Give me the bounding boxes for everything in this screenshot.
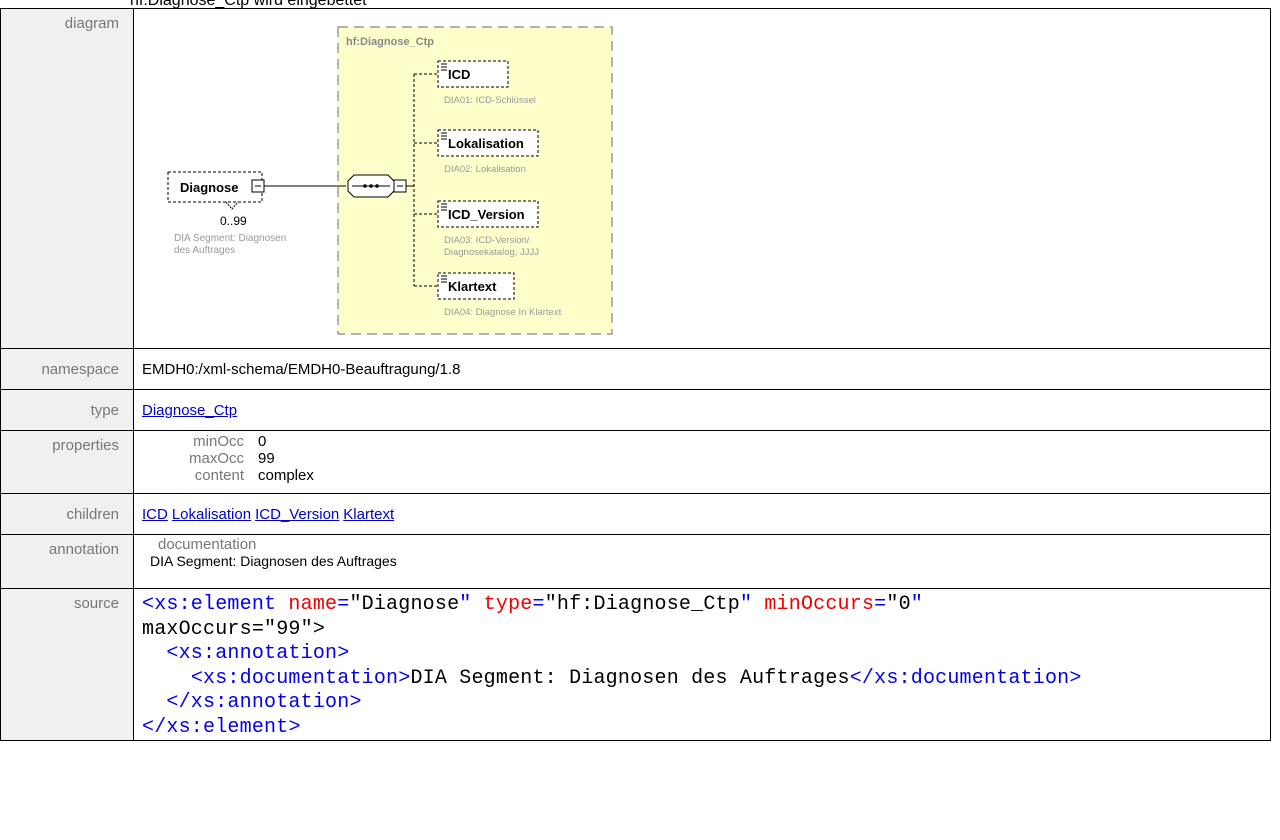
properties-grid: minOcc 0 maxOcc 99 content complex <box>158 431 1262 484</box>
child-doc: DIA03: ICD-Version/ <box>444 235 530 246</box>
child-link-icd-version[interactable]: ICD_Version <box>255 506 339 523</box>
row-annotation: annotation documentation DIA Segment: Di… <box>0 534 1271 589</box>
property-key: maxOcc <box>188 450 244 467</box>
property-value: 0 <box>258 433 267 450</box>
row-type: type Diagnose_Ctp <box>0 389 1271 431</box>
row-children: children ICD Lokalisation ICD_Version Klart… <box>0 493 1271 535</box>
row-label: children <box>0 493 134 535</box>
children-cell: ICD Lokalisation ICD_Version Klartext <box>133 493 1271 535</box>
source-line: <xs:annotation> <box>166 642 350 665</box>
source-line: </xs:annotation> <box>166 691 362 714</box>
row-label: properties <box>0 430 134 494</box>
child-link-icd[interactable]: ICD <box>142 506 168 523</box>
row-source: source <xs:element name="Diagnose" type=… <box>0 588 1271 741</box>
child-name: Lokalisation <box>448 136 524 151</box>
row-diagram: diagram hf:Diagnose_Ctp Diagnose 0..99 D… <box>0 8 1271 349</box>
source-line: </xs:element> <box>142 715 301 739</box>
row-label: diagram <box>0 8 134 349</box>
row-label: type <box>0 389 134 431</box>
row-namespace: namespace EMDH0:/xml-schema/EMDH0-Beauft… <box>0 348 1271 390</box>
source-code: <xs:element name="Diagnose" type="hf:Dia… <box>142 589 1262 740</box>
occurrence-arrow-icon <box>225 201 239 210</box>
root-doc-line1: DIA Segment: Diagnosen <box>174 233 286 244</box>
annotation-text: DIA Segment: Diagnosen des Auftrages <box>150 553 397 569</box>
row-label: annotation <box>0 534 134 589</box>
row-label: source <box>0 588 134 741</box>
property-key: minOcc <box>193 433 244 450</box>
complex-type-title: hf:Diagnose_Ctp <box>346 36 434 48</box>
child-doc: DIA04: Diagnose In Klartext <box>444 307 562 318</box>
child-doc-2: Diagnosekatalog, JJJJ <box>444 247 539 258</box>
property-key: content <box>194 467 244 484</box>
child-name: ICD <box>448 67 470 82</box>
type-link[interactable]: Diagnose_Ctp <box>142 402 237 419</box>
source-line: <xs:documentation>DIA Segment: Diagnosen… <box>190 666 1082 690</box>
type-cell: Diagnose_Ctp <box>133 389 1271 431</box>
properties-cell: minOcc 0 maxOcc 99 content complex <box>133 430 1271 494</box>
child-link-klartext[interactable]: Klartext <box>343 506 394 523</box>
property-value: 99 <box>258 450 275 467</box>
annotation-heading: documentation <box>158 536 257 553</box>
child-name: Klartext <box>448 279 497 294</box>
root-doc-line2: des Auftrages <box>174 245 235 256</box>
source-line: <xs:element name="Diagnose" type="hf:Dia… <box>142 593 923 616</box>
diagram-cell: hf:Diagnose_Ctp Diagnose 0..99 DIA Segme… <box>133 8 1271 349</box>
child-doc: DIA02: Lokalisation <box>444 164 526 175</box>
source-line: maxOccurs="99"> <box>142 617 326 641</box>
root-occurs: 0..99 <box>220 214 247 228</box>
property-value: complex <box>258 467 314 484</box>
schema-diagram: hf:Diagnose_Ctp Diagnose 0..99 DIA Segme… <box>167 26 613 335</box>
child-name: ICD_Version <box>448 207 525 222</box>
root-element-name: Diagnose <box>180 180 239 195</box>
element-documentation-table: diagram hf:Diagnose_Ctp Diagnose 0..99 D… <box>0 8 1271 741</box>
annotation-cell: documentation DIA Segment: Diagnosen des… <box>133 534 1271 589</box>
row-label: namespace <box>0 348 134 390</box>
source-cell: <xs:element name="Diagnose" type="hf:Dia… <box>133 588 1271 741</box>
child-element-lokalisation[interactable]: Lokalisation DIA02: Lokalisation <box>437 129 539 175</box>
child-link-lokalisation[interactable]: Lokalisation <box>172 506 251 523</box>
child-doc: DIA01: ICD-Schlüssel <box>444 95 536 106</box>
namespace-value: EMDH0:/xml-schema/EMDH0-Beauftragung/1.8 <box>133 348 1271 390</box>
row-properties: properties minOcc 0 maxOcc 99 content co… <box>0 430 1271 494</box>
